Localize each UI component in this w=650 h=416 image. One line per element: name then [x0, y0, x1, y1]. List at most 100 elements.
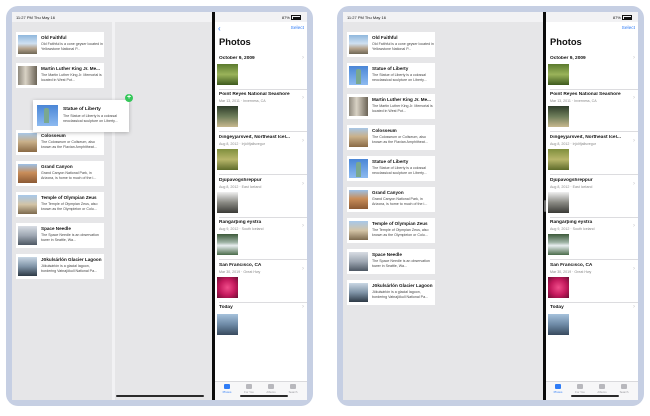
- landmark-description: The Colosseum or Coliseum, also known as…: [372, 135, 428, 144]
- list-item[interactable]: Colosseum The Colosseum or Coliseum, als…: [347, 125, 435, 150]
- landmark-thumbnail: [18, 133, 37, 152]
- chevron-right-icon: ›: [302, 55, 304, 61]
- list-item[interactable]: Statue of Liberty The Statue of Liberty …: [347, 63, 435, 88]
- photos-tab-icon: [224, 384, 230, 389]
- separator: [550, 89, 638, 90]
- tab-albums[interactable]: Albums: [261, 384, 281, 394]
- landmarks-pane[interactable]: Old Faithful Old Faithful is a cone geys…: [343, 22, 543, 400]
- landmark-description: Grand Canyon National Park, in Arizona, …: [41, 171, 97, 180]
- photo-thumbnail[interactable]: [217, 234, 238, 255]
- photo-thumbnail[interactable]: [548, 106, 569, 127]
- tab-label: Albums: [597, 390, 607, 394]
- moment-title[interactable]: Rangárþing eystra: [219, 220, 297, 225]
- photo-thumbnail[interactable]: [548, 64, 569, 85]
- tab-for-you[interactable]: For You: [570, 384, 590, 394]
- photo-thumbnail[interactable]: [217, 314, 238, 335]
- photo-thumbnail[interactable]: [217, 192, 238, 213]
- moment-title[interactable]: October 9, 2009: [219, 56, 299, 61]
- moment-title[interactable]: Djúpavogshreppur: [219, 178, 297, 183]
- moment-title[interactable]: Today: [550, 305, 628, 310]
- photo-thumbnail[interactable]: [217, 106, 238, 127]
- moment-title[interactable]: Today: [219, 305, 297, 310]
- photo-thumbnail[interactable]: [217, 149, 238, 170]
- photo-thumbnail[interactable]: [548, 277, 569, 298]
- tab-bar: Photos For You Albums Search: [215, 381, 307, 400]
- tab-photos[interactable]: Photos: [548, 384, 568, 394]
- list-item[interactable]: Space Needle The Space Needle is an obse…: [16, 223, 104, 248]
- page-title: Photos: [550, 36, 582, 47]
- back-button[interactable]: ‹: [218, 24, 221, 33]
- drag-preview[interactable]: Statue of Liberty The Statue of Liberty …: [33, 100, 129, 132]
- list-item[interactable]: Grand Canyon Grand Canyon National Park,…: [347, 187, 435, 212]
- home-indicator[interactable]: [240, 395, 288, 397]
- landmark-thumbnail: [349, 283, 368, 302]
- battery-percent: 87%: [612, 15, 621, 20]
- photo-thumbnail[interactable]: [217, 277, 238, 298]
- tab-search[interactable]: Search: [283, 384, 303, 394]
- separator: [550, 131, 638, 132]
- landmark-title: Martin Luther King Jr. Me...: [41, 66, 100, 71]
- list-item[interactable]: Temple of Olympian Zeus The Temple of Ol…: [16, 192, 104, 217]
- chevron-right-icon: ›: [633, 304, 635, 310]
- add-badge-icon: +: [125, 94, 133, 102]
- list-item[interactable]: Martin Luther King Jr. Me... The Martin …: [16, 63, 104, 88]
- for-you-tab-icon: [246, 384, 252, 389]
- moment-title[interactable]: Rangárþing eystra: [550, 220, 628, 225]
- empty-pane[interactable]: [115, 22, 212, 400]
- for-you-tab-icon: [577, 384, 583, 389]
- separator: [550, 259, 638, 260]
- moment-title[interactable]: San Francisco, CA: [219, 263, 297, 268]
- list-item[interactable]: Jökulsárlón Glacier Lagoon Jökulsárlón i…: [16, 254, 104, 279]
- photos-app: ‹ Select Photos October 9, 2009 › Point …: [546, 22, 638, 400]
- landmark-title: Statue of Liberty: [63, 107, 101, 112]
- chevron-right-icon: ›: [633, 181, 635, 187]
- landmark-thumbnail: [18, 66, 37, 85]
- landmark-description: The Statue of Liberty is a colossal neoc…: [63, 114, 118, 123]
- home-indicator[interactable]: [571, 395, 619, 397]
- landmark-title: Space Needle: [41, 226, 71, 231]
- landmark-title: Old Faithful: [372, 35, 398, 40]
- photo-thumbnail[interactable]: [548, 149, 569, 170]
- separator: [550, 302, 638, 303]
- landmark-title: Temple of Olympian Zeus: [41, 195, 97, 200]
- photo-thumbnail[interactable]: [548, 234, 569, 255]
- list-item[interactable]: Jökulsárlón Glacier Lagoon Jökulsárlón i…: [347, 280, 435, 305]
- statue-icon: [356, 162, 361, 177]
- list-item[interactable]: Colosseum The Colosseum or Coliseum, als…: [16, 130, 104, 155]
- list-item[interactable]: Grand Canyon Grand Canyon National Park,…: [16, 161, 104, 186]
- home-indicator[interactable]: [116, 395, 204, 397]
- list-item[interactable]: Martin Luther King Jr. Me... The Martin …: [347, 94, 435, 119]
- list-item[interactable]: Old Faithful Old Faithful is a cone geys…: [16, 32, 104, 57]
- battery-icon: [622, 15, 632, 21]
- photo-thumbnail[interactable]: [217, 64, 238, 85]
- list-item[interactable]: Statue of Liberty The Statue of Liberty …: [347, 156, 435, 181]
- landmarks-pane[interactable]: Old Faithful Old Faithful is a cone geys…: [12, 22, 112, 400]
- moment-title[interactable]: Þingeyjarsveit, Northeast Icel...: [550, 135, 628, 140]
- moment-title[interactable]: Þingeyjarsveit, Northeast Icel...: [219, 135, 297, 140]
- tab-albums[interactable]: Albums: [592, 384, 612, 394]
- moment-title[interactable]: Point Reyes National Seashore: [550, 92, 628, 97]
- list-item[interactable]: Old Faithful Old Faithful is a cone geys…: [347, 32, 435, 57]
- tab-photos[interactable]: Photos: [217, 384, 237, 394]
- moment-title[interactable]: October 9, 2009: [550, 56, 630, 61]
- tab-for-you[interactable]: For You: [239, 384, 259, 394]
- chevron-right-icon: ›: [633, 95, 635, 101]
- landmark-title: Space Needle: [372, 252, 402, 257]
- chevron-right-icon: ›: [302, 266, 304, 272]
- landmark-thumbnail: [349, 66, 368, 85]
- moment-subtitle: Aug 8, 2012 · Þjóðfjallsvegur: [219, 142, 265, 146]
- landmark-title: Grand Canyon: [41, 164, 73, 169]
- moment-title[interactable]: San Francisco, CA: [550, 263, 628, 268]
- chevron-right-icon: ›: [633, 223, 635, 229]
- battery-icon: [291, 15, 301, 21]
- photo-thumbnail[interactable]: [548, 192, 569, 213]
- tab-search[interactable]: Search: [614, 384, 634, 394]
- select-button[interactable]: Select: [622, 26, 635, 31]
- photo-thumbnail[interactable]: [548, 314, 569, 335]
- moment-title[interactable]: Djúpavogshreppur: [550, 178, 628, 183]
- moment-title[interactable]: Point Reyes National Seashore: [219, 92, 297, 97]
- list-item[interactable]: Space Needle The Space Needle is an obse…: [347, 249, 435, 274]
- select-button[interactable]: Select: [291, 26, 304, 31]
- list-item[interactable]: Temple of Olympian Zeus The Temple of Ol…: [347, 218, 435, 243]
- tab-label: Search: [288, 390, 298, 394]
